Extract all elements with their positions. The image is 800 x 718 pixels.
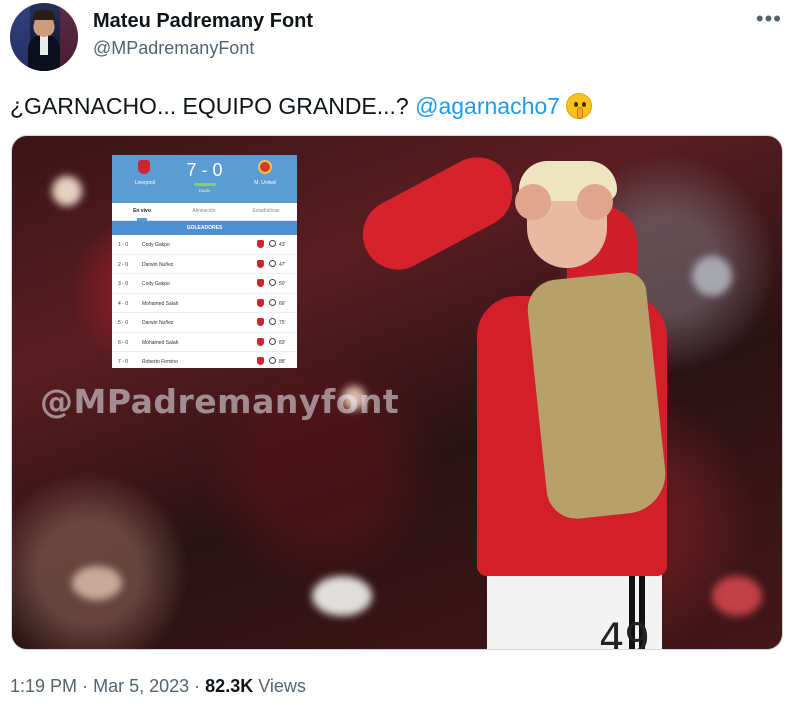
goal-player: Cody Gakpo <box>142 242 170 248</box>
clock-icon <box>269 357 276 364</box>
scorecard-header: Liverpool M. United 7 - 0 DAZN <box>112 155 297 203</box>
crowd-blur <box>312 576 372 616</box>
liverpool-crest-icon <box>257 357 264 365</box>
goal-row: 1 - 0 Cody Gakpo 43' <box>112 235 297 255</box>
tweet-media-image[interactable]: 49 @MPadremanyfont Liverpool M. United 7… <box>11 135 783 650</box>
tweet-body: ¿GARNACHO... EQUIPO GRANDE...? <box>10 93 416 119</box>
crowd-blur <box>712 576 762 616</box>
goal-result: 4 - 0 <box>118 300 129 307</box>
goal-result: 5 - 0 <box>118 320 129 326</box>
liverpool-crest-icon <box>257 318 264 326</box>
crowd-blur <box>72 566 122 600</box>
tab-estadisticas: Estadísticas <box>252 208 280 214</box>
avatar-background-left <box>10 3 30 71</box>
goal-minute: 75' <box>279 320 286 326</box>
scorecard-tabs: En vivo Alineación Estadísticas <box>112 203 297 221</box>
goal-result: 2 - 0 <box>118 261 129 268</box>
player-towel <box>524 270 670 522</box>
tweet-date[interactable]: Mar 5, 2023 <box>93 676 189 696</box>
goal-result: 7 - 0 <box>118 359 129 365</box>
liverpool-crest-icon <box>257 337 264 346</box>
views-label: Views <box>258 676 306 696</box>
goal-row: 3 - 0 Cody Gakpo 50' <box>112 274 297 294</box>
jersey-number: 49 <box>599 616 650 650</box>
goal-minute: 43' <box>279 242 286 248</box>
goal-minute: 47' <box>279 261 286 268</box>
goal-row: 6 - 0 Mohamed Salah 83' <box>112 333 297 352</box>
goal-minute: 50' <box>279 281 286 287</box>
clock-icon <box>269 259 276 267</box>
player-hand-left <box>515 184 551 220</box>
meta-separator: · <box>194 676 201 696</box>
active-tab-indicator <box>137 218 147 221</box>
goal-player: Cody Gakpo <box>142 281 170 287</box>
liverpool-crest-icon <box>257 259 264 268</box>
match-score: 7 - 0 <box>186 160 223 180</box>
goal-row: 7 - 0 Roberto Firmino 88' <box>112 352 297 368</box>
player-figure: 49 <box>350 144 687 650</box>
goal-row: 2 - 0 Darwin Nuñez 47' <box>112 255 297 274</box>
author-avatar[interactable] <box>10 3 78 71</box>
goal-player: Darwin Nuñez <box>142 261 174 268</box>
clock-icon <box>269 279 276 286</box>
live-indicator <box>194 183 216 186</box>
crowd-blur <box>52 176 82 206</box>
crowd-blur <box>692 256 732 296</box>
avatar-background-right <box>60 3 78 71</box>
liverpool-crest-icon <box>257 279 264 287</box>
broadcaster: DAZN <box>199 188 210 193</box>
tab-en-vivo: En vivo <box>133 208 151 214</box>
goal-result: 1 - 0 <box>118 242 129 248</box>
goal-result: 3 - 0 <box>118 281 129 287</box>
tab-alineacion: Alineación <box>192 208 216 214</box>
scorecard: Liverpool M. United 7 - 0 DAZN En vivo A… <box>112 155 297 368</box>
avatar-hair <box>33 10 55 20</box>
goal-player: Roberto Firmino <box>142 359 178 365</box>
avatar-shirt <box>40 35 48 55</box>
clock-icon <box>269 337 276 345</box>
goal-result: 6 - 0 <box>118 339 129 346</box>
shushing-face-emoji-icon <box>565 93 592 119</box>
goal-row: 4 - 0 Mohamed Salah 66' <box>112 294 297 313</box>
goalscorers-title: GOLEADORES <box>112 221 297 235</box>
player-arm-left <box>350 144 525 282</box>
tweet-text: ¿GARNACHO... EQUIPO GRANDE...? @agarnach… <box>10 93 592 120</box>
liverpool-crest-icon <box>257 298 264 307</box>
views-count: 82.3K <box>205 676 254 696</box>
clock-icon <box>269 298 276 306</box>
meta-separator: · <box>82 676 89 696</box>
author-name[interactable]: Mateu Padremany Font <box>93 10 313 33</box>
author-handle[interactable]: @MPadremanyFont <box>93 38 254 59</box>
goal-player: Mohamed Salah <box>142 339 179 346</box>
goal-minute: 88' <box>279 359 286 365</box>
tweet-meta: 1:19 PM · Mar 5, 2023 · 82.3K Views <box>10 676 306 697</box>
goal-minute: 66' <box>279 300 286 307</box>
mention-link[interactable]: @agarnacho7 <box>415 93 560 119</box>
watermark: @MPadremanyfont <box>40 382 400 421</box>
tweet-time[interactable]: 1:19 PM <box>10 676 77 696</box>
goal-list: 1 - 0 Cody Gakpo 43' 2 - 0 Darwin Nuñez 47' 3 … <box>112 235 297 368</box>
goal-minute: 83' <box>279 339 286 346</box>
liverpool-crest-icon <box>257 240 264 248</box>
clock-icon <box>269 240 276 247</box>
clock-icon <box>269 318 276 325</box>
more-horizontal-icon[interactable]: ••• <box>756 6 782 32</box>
goal-player: Darwin Nuñez <box>142 320 174 326</box>
goal-row: 5 - 0 Darwin Nuñez 75' <box>112 313 297 333</box>
goal-player: Mohamed Salah <box>142 300 179 307</box>
player-hand-right <box>577 184 613 220</box>
